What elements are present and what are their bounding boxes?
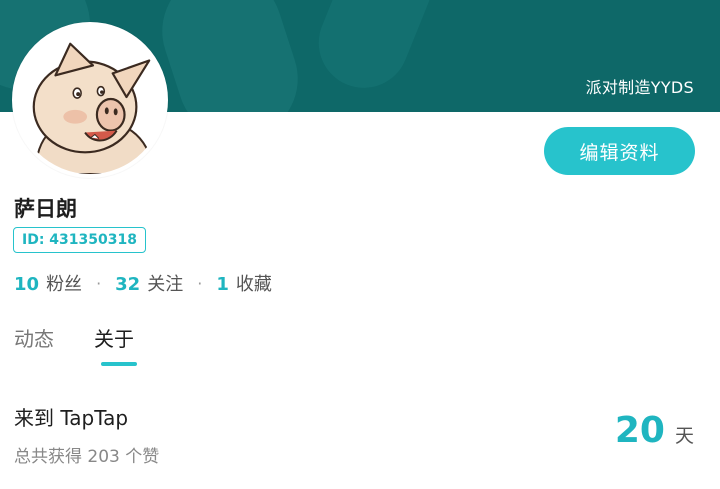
tab-activity[interactable]: 动态 — [14, 323, 54, 352]
avatar[interactable] — [12, 22, 168, 178]
following-count: 32 — [115, 274, 141, 295]
favorites-count: 1 — [216, 274, 229, 295]
banner-decoration — [146, 0, 314, 112]
username: 萨日朗 — [14, 197, 77, 221]
following-label: 关注 — [147, 274, 184, 295]
tab-about[interactable]: 关于 — [94, 323, 134, 352]
stat-following[interactable]: 32 关注 — [115, 270, 183, 296]
edit-profile-button[interactable]: 编辑资料 — [544, 127, 695, 175]
profile-page: 派对制造YYDS 编辑资料 萨日朗 ID: 431350318 10 粉丝 · … — [0, 0, 720, 489]
stat-favorites[interactable]: 1 收藏 — [216, 270, 272, 296]
profile-tabs: 动态 关于 — [14, 323, 174, 352]
stat-separator: · — [96, 273, 102, 293]
followers-count: 10 — [14, 274, 40, 295]
followers-label: 粉丝 — [46, 274, 83, 295]
days-on-taptap: 20 天 — [615, 410, 694, 451]
banner-decoration — [305, 0, 445, 102]
banner-tag: 派对制造YYDS — [585, 78, 694, 97]
favorites-label: 收藏 — [235, 274, 272, 295]
days-unit: 天 — [674, 425, 694, 447]
stat-followers[interactable]: 10 粉丝 — [14, 270, 82, 296]
active-tab-indicator — [101, 362, 137, 366]
user-id-badge: ID: 431350318 — [13, 227, 146, 253]
join-title: 来到 TapTap — [14, 406, 129, 430]
likes-total: 总共获得 203 个赞 — [14, 447, 160, 467]
stat-separator: · — [197, 273, 203, 293]
stats-row: 10 粉丝 · 32 关注 · 1 收藏 — [14, 270, 272, 296]
days-count: 20 — [614, 410, 665, 451]
pig-avatar-icon — [16, 26, 164, 174]
